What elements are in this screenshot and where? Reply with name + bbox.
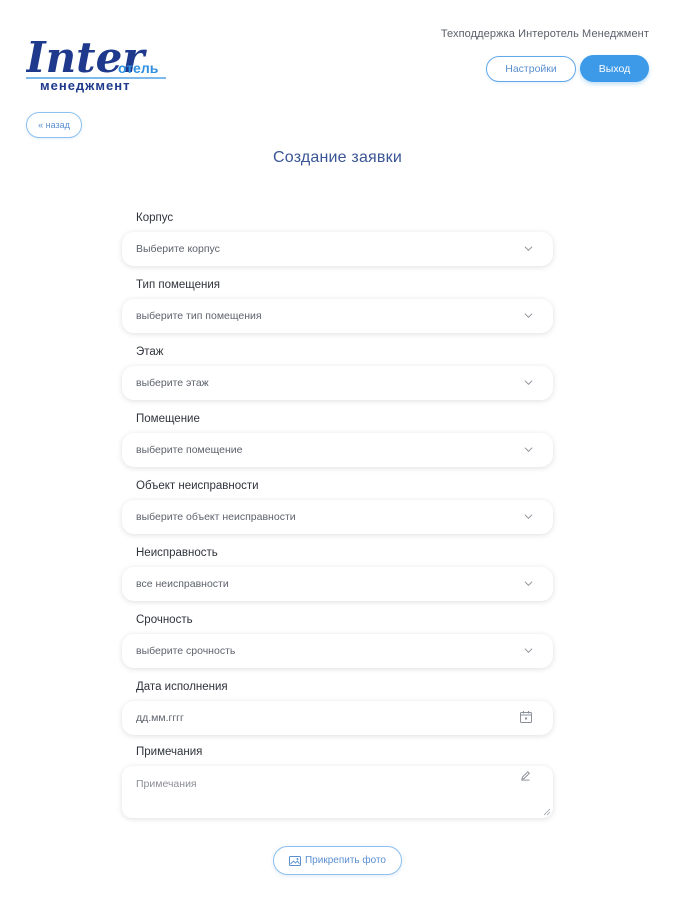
due-date-input[interactable]: дд.мм.гггг <box>122 701 553 735</box>
urgency-field: Срочность выберите срочность <box>122 612 553 679</box>
chevron-down-icon <box>524 380 533 386</box>
fault-object-select[interactable]: выберите объект неисправности <box>122 500 553 534</box>
support-link[interactable]: Техподдержка Интеротель Менеджмент <box>441 28 649 40</box>
building-select[interactable]: Выберите корпус <box>122 232 553 266</box>
floor-label: Этаж <box>136 346 164 358</box>
page-title: Создание заявки <box>273 149 402 166</box>
back-button[interactable]: « назад <box>26 112 82 138</box>
chevron-down-icon <box>524 447 533 453</box>
create-request-form: Корпус Выберите корпус Тип помещения выб… <box>122 210 553 818</box>
resize-handle-icon[interactable] <box>543 808 551 816</box>
floor-select[interactable]: выберите этаж <box>122 366 553 400</box>
due-date-input-value: дд.мм.гггг <box>136 712 184 724</box>
svg-text:менеджмент: менеджмент <box>40 78 130 93</box>
room-type-select[interactable]: выберите тип помещения <box>122 299 553 333</box>
room-type-field: Тип помещения выберите тип помещения <box>122 277 553 344</box>
chevron-down-icon <box>524 648 533 654</box>
urgency-select[interactable]: выберите срочность <box>122 634 553 668</box>
floor-field: Этаж выберите этаж <box>122 344 553 411</box>
notes-label: Примечания <box>136 746 203 758</box>
fault-object-select-value: выберите объект неисправности <box>136 511 296 523</box>
room-type-label: Тип помещения <box>136 279 221 291</box>
attach-photo-button[interactable]: Прикрепить фото <box>273 846 402 875</box>
fault-object-field: Объект неисправности выберите объект неи… <box>122 478 553 545</box>
floor-select-value: выберите этаж <box>136 377 209 389</box>
chevron-down-icon <box>524 581 533 587</box>
settings-button[interactable]: Настройки <box>486 56 576 82</box>
chevron-down-icon <box>524 313 533 319</box>
fault-select-value: все неисправности <box>136 578 229 590</box>
chevron-down-icon <box>524 514 533 520</box>
exit-button[interactable]: Выход <box>580 55 649 82</box>
fault-object-label: Объект неисправности <box>136 480 259 492</box>
due-date-field: Дата исполнения дд.мм.гггг <box>122 679 553 746</box>
room-field: Помещение выберите помещение <box>122 411 553 478</box>
attach-photo-label: Прикрепить фото <box>304 855 386 866</box>
image-icon <box>288 855 301 866</box>
building-field: Корпус Выберите корпус <box>122 210 553 277</box>
room-label: Помещение <box>136 413 200 425</box>
urgency-select-value: выберите срочность <box>136 645 236 657</box>
company-logo: Inter отель менеджмент <box>26 26 171 96</box>
fault-select[interactable]: все неисправности <box>122 567 553 601</box>
room-select[interactable]: выберите помещение <box>122 433 553 467</box>
fault-field: Неисправность все неисправности <box>122 545 553 612</box>
room-select-value: выберите помещение <box>136 444 243 456</box>
due-date-label: Дата исполнения <box>136 681 228 693</box>
building-label: Корпус <box>136 212 174 224</box>
urgency-label: Срочность <box>136 614 193 626</box>
notes-placeholder: Примечания <box>136 778 197 790</box>
svg-text:отель: отель <box>118 60 159 76</box>
room-type-select-value: выберите тип помещения <box>136 310 262 322</box>
building-select-value: Выберите корпус <box>136 243 220 255</box>
chevron-down-icon <box>524 246 533 252</box>
notes-textarea[interactable]: Примечания <box>122 766 553 818</box>
calendar-icon[interactable] <box>519 710 533 724</box>
fault-label: Неисправность <box>136 547 218 559</box>
pencil-icon <box>521 771 530 781</box>
